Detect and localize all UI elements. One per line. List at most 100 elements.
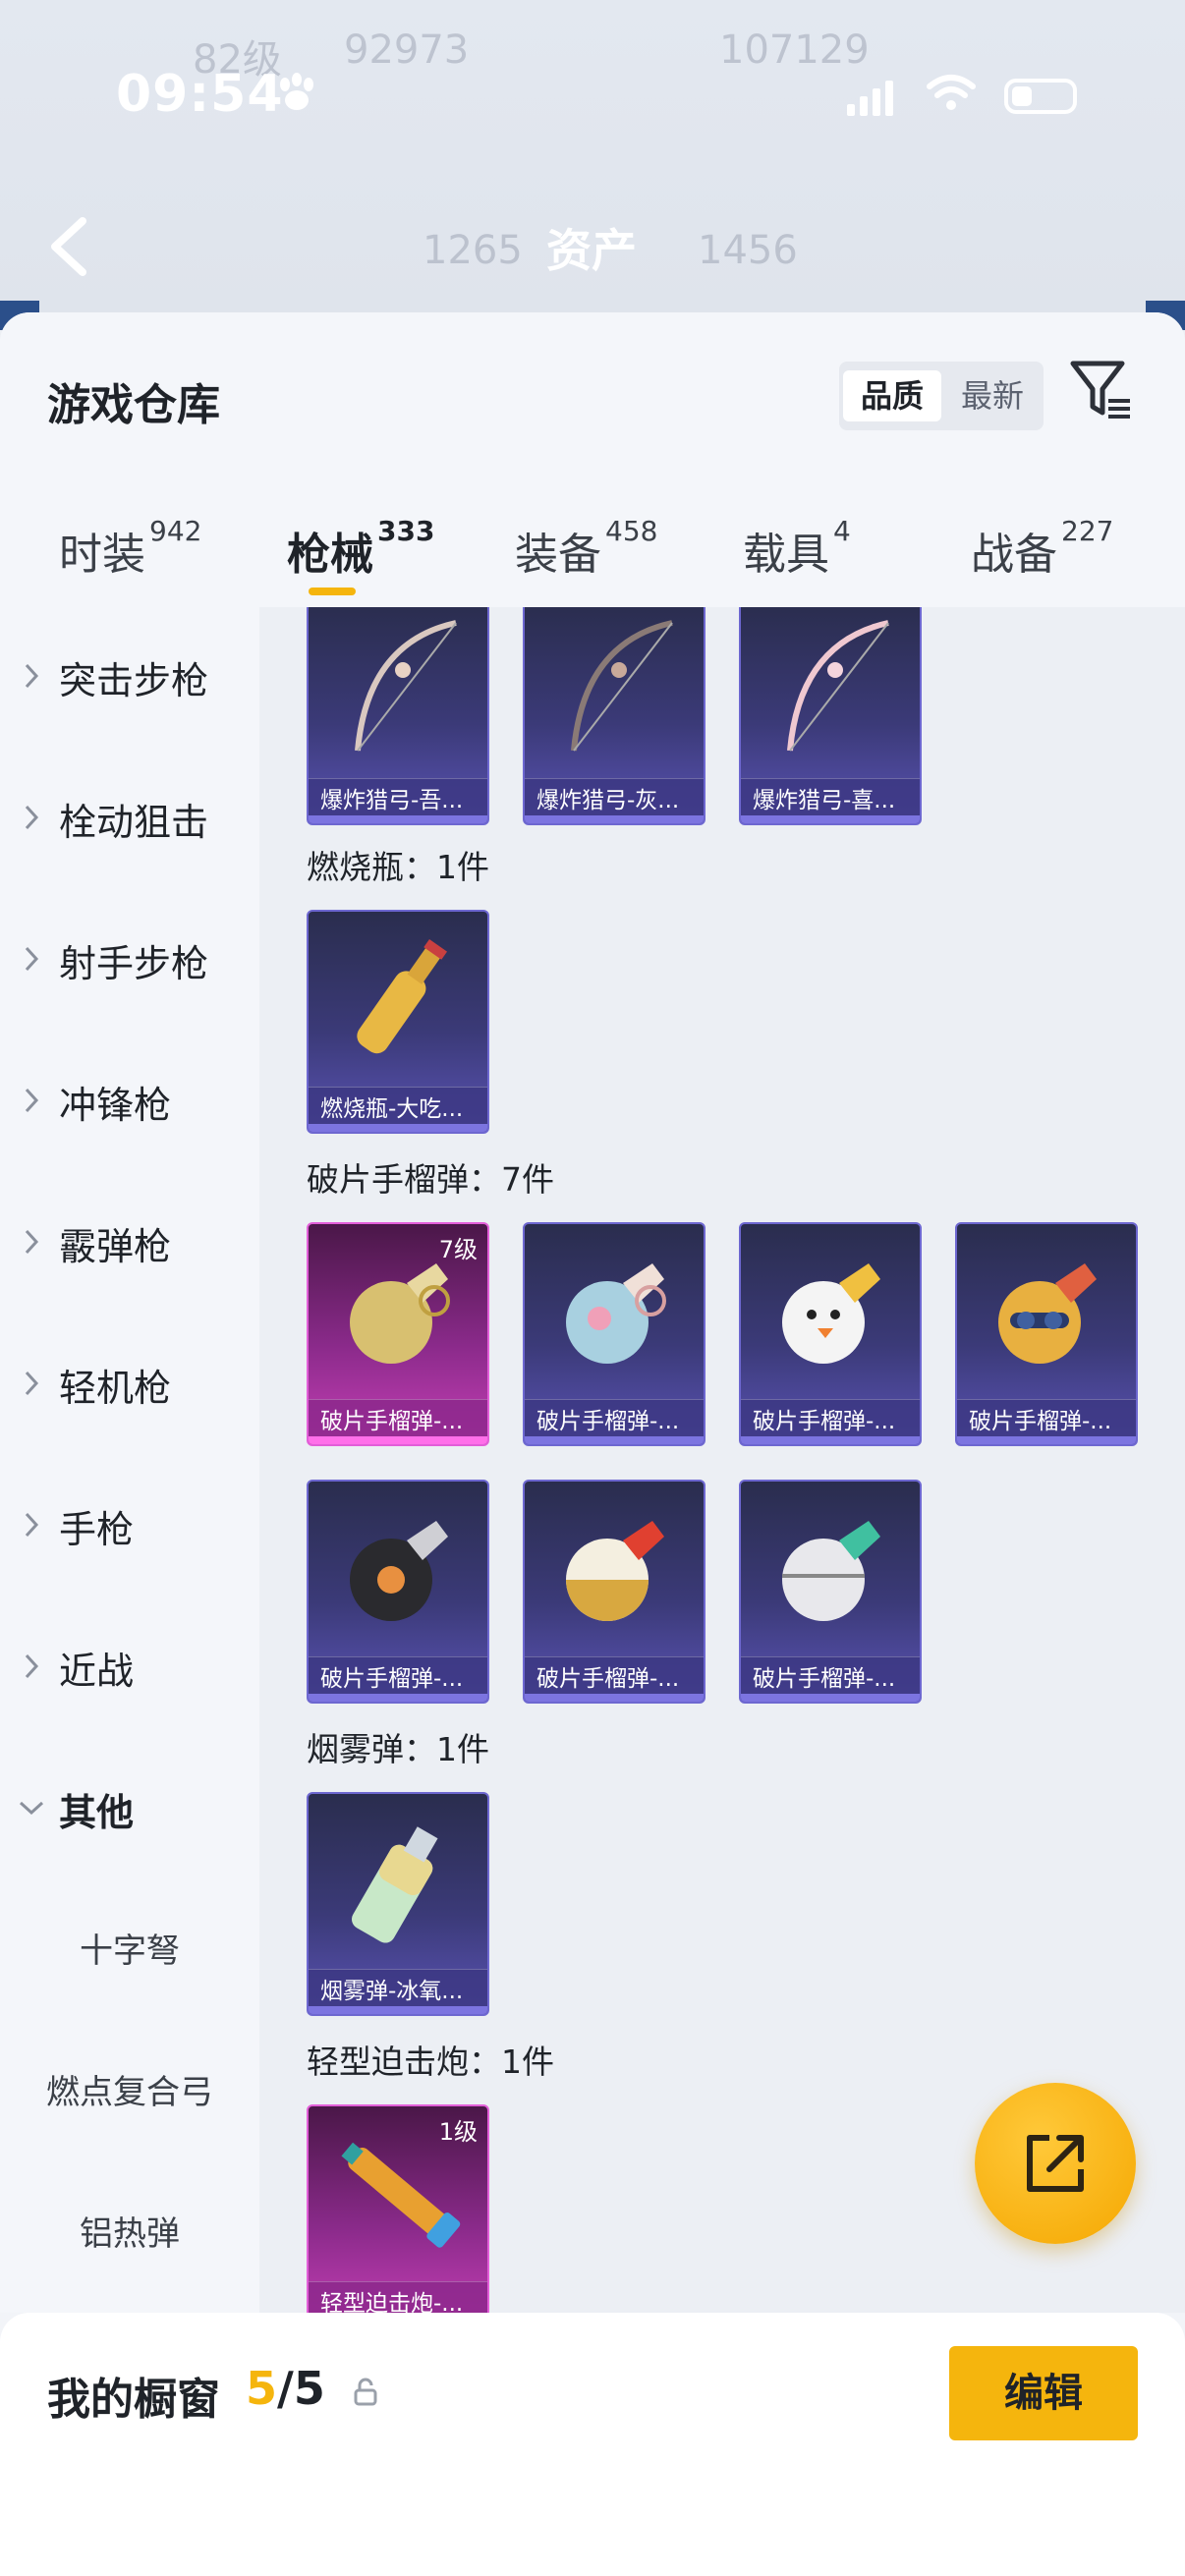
tab-label: 战备 [971, 530, 1057, 580]
nav-title: 资产 [546, 224, 637, 277]
back-arrow-icon[interactable] [47, 215, 90, 278]
card-rarity-bar [741, 1436, 920, 1444]
blurred-header: 82级 92973 107129 1265 1456 09:54 资产 [0, 0, 1185, 330]
chevron-right-icon [25, 1512, 39, 1538]
tab-combat-gear[interactable]: 战备 227 [971, 515, 1113, 582]
item-card-grenade[interactable]: 破片手榴弹-... [739, 1480, 922, 1704]
grenade-icon [782, 1521, 880, 1621]
chevron-right-icon [25, 1088, 39, 1113]
molotov-icon [357, 938, 448, 1054]
chevron-right-icon [25, 1653, 39, 1679]
tab-count: 227 [1061, 515, 1114, 547]
item-card-bow[interactable]: 爆炸猎弓-喜... [739, 607, 922, 825]
item-name: 轻型迫击炮-... [309, 2281, 487, 2313]
edit-button[interactable]: 编辑 [949, 2346, 1138, 2440]
tab-label: 时装 [59, 530, 145, 580]
battery-icon [1004, 79, 1077, 114]
sidebar-item-label: 霰弹枪 [59, 1225, 172, 1268]
sidebar-item-smg[interactable]: 冲锋枪 [0, 1061, 259, 1140]
grenade-icon [998, 1263, 1097, 1364]
item-card-mortar[interactable]: 1级 轻型迫击炮-... [307, 2104, 489, 2313]
sidebar-item-melee[interactable]: 近战 [0, 1627, 259, 1706]
grenade-icon [566, 1263, 666, 1364]
bow-icon [787, 620, 889, 752]
sidebar-item-other[interactable]: 其他 [0, 1768, 259, 1847]
sheet-title: 游戏仓库 [47, 380, 220, 430]
card-rarity-bar [309, 1694, 487, 1702]
item-card-grenade[interactable]: 7级 破片手榴弹-... [307, 1222, 489, 1446]
item-card-bow[interactable]: 爆炸猎弓-灰... [523, 607, 705, 825]
section-heading: 烟雾弹：1件 [307, 1730, 489, 1768]
item-card-grenade[interactable]: 破片手榴弹-... [307, 1480, 489, 1704]
sidebar-item-marksman-rifle[interactable]: 射手步枪 [0, 920, 259, 998]
sort-quality-button[interactable]: 品质 [843, 370, 941, 421]
bow-icon [355, 620, 457, 752]
sidebar-sub-label: 燃点复合弓 [46, 2073, 213, 2112]
sidebar-item-label: 射手步枪 [59, 942, 209, 985]
card-rarity-bar [741, 1694, 920, 1702]
sort-toggle: 品质 最新 [839, 362, 1044, 430]
sidebar-item-shotgun[interactable]: 霰弹枪 [0, 1203, 259, 1281]
tab-equipment[interactable]: 装备 458 [515, 515, 657, 582]
item-card-smoke[interactable]: 烟雾弹-冰氧... [307, 1792, 489, 2016]
filter-icon[interactable] [1069, 358, 1134, 422]
chevron-right-icon [25, 805, 39, 830]
sidebar-sub-label: 铝热弹 [80, 2214, 180, 2254]
item-card-molotov[interactable]: 燃烧瓶-大吃... [307, 910, 489, 1134]
item-card-grenade[interactable]: 破片手榴弹-... [523, 1480, 705, 1704]
section-heading: 破片手榴弹：7件 [307, 1160, 554, 1199]
showcase-total: 5 [293, 2362, 325, 2415]
item-card-bow[interactable]: 爆炸猎弓-吾... [307, 607, 489, 825]
sidebar-item-pistol[interactable]: 手枪 [0, 1485, 259, 1564]
card-rarity-bar [741, 815, 920, 823]
tab-fashion[interactable]: 时装 942 [59, 515, 201, 582]
tab-count: 942 [149, 515, 202, 547]
status-time: 09:54 [116, 65, 284, 124]
nav-bar: 资产 [0, 201, 1185, 290]
status-bar: 09:54 [0, 61, 1185, 130]
chevron-down-icon [19, 1801, 44, 1816]
sidebar-sub-compound-bow[interactable]: 燃点复合弓 [0, 2051, 259, 2130]
sidebar-sub-label: 十字弩 [80, 1932, 180, 1971]
active-tab-indicator [309, 588, 356, 595]
bow-icon [571, 620, 673, 752]
item-card-grenade[interactable]: 破片手榴弹-... [739, 1222, 922, 1446]
grenade-icon [782, 1263, 880, 1364]
item-card-grenade[interactable]: 破片手榴弹-... [523, 1222, 705, 1446]
item-grid: 爆炸猎弓-吾... 爆炸猎弓-灰... 爆炸猎弓-喜... 燃烧瓶：1件 燃烧瓶… [259, 607, 1185, 2313]
wifi-icon [927, 75, 976, 110]
sheet-header: 游戏仓库 品质 最新 时装 942 枪械 333 装备 458 载具 4 战备 227 [0, 312, 1185, 607]
lock-icon [354, 2378, 377, 2406]
sidebar-item-assault-rifle[interactable]: 突击步枪 [0, 637, 259, 715]
chevron-right-icon [25, 1371, 39, 1396]
sidebar: 突击步枪 栓动狙击 射手步枪 冲锋枪 霰弹枪 轻机枪 手枪 近战 其他 十字弩 … [0, 607, 259, 2313]
item-card-grenade[interactable]: 破片手榴弹-... [955, 1222, 1138, 1446]
sort-newest-button[interactable]: 最新 [943, 370, 1042, 421]
showcase-bar: 我的橱窗 5/5 编辑 [0, 2313, 1185, 2576]
sidebar-sub-thermite[interactable]: 铝热弹 [0, 2193, 259, 2271]
chevron-right-icon [25, 946, 39, 972]
share-button[interactable] [975, 2083, 1136, 2244]
grenade-icon [350, 1521, 448, 1621]
item-level: 7级 [438, 1236, 478, 1263]
section-heading: 轻型迫击炮：1件 [307, 2043, 554, 2081]
card-rarity-bar [525, 1694, 704, 1702]
card-rarity-bar [309, 1124, 487, 1132]
sidebar-item-label: 其他 [59, 1791, 135, 1834]
external-link-icon [1027, 2135, 1084, 2192]
tab-label: 装备 [515, 530, 601, 580]
warehouse-sheet: 游戏仓库 品质 最新 时装 942 枪械 333 装备 458 载具 4 战备 227 突… [0, 312, 1185, 2576]
sidebar-item-bolt-sniper[interactable]: 栓动狙击 [0, 778, 259, 857]
sidebar-item-label: 手枪 [59, 1508, 135, 1551]
tab-guns[interactable]: 枪械 333 [287, 515, 434, 582]
chevron-right-icon [25, 663, 39, 689]
card-rarity-bar [309, 1436, 487, 1444]
item-level: 1级 [438, 2118, 478, 2146]
sidebar-item-lmg[interactable]: 轻机枪 [0, 1344, 259, 1423]
card-rarity-bar [525, 1436, 704, 1444]
card-rarity-bar [957, 1436, 1136, 1444]
card-rarity-bar [309, 815, 487, 823]
sidebar-sub-crossbow[interactable]: 十字弩 [0, 1910, 259, 1988]
grenade-icon [566, 1521, 664, 1621]
tab-vehicles[interactable]: 载具 4 [743, 515, 851, 582]
